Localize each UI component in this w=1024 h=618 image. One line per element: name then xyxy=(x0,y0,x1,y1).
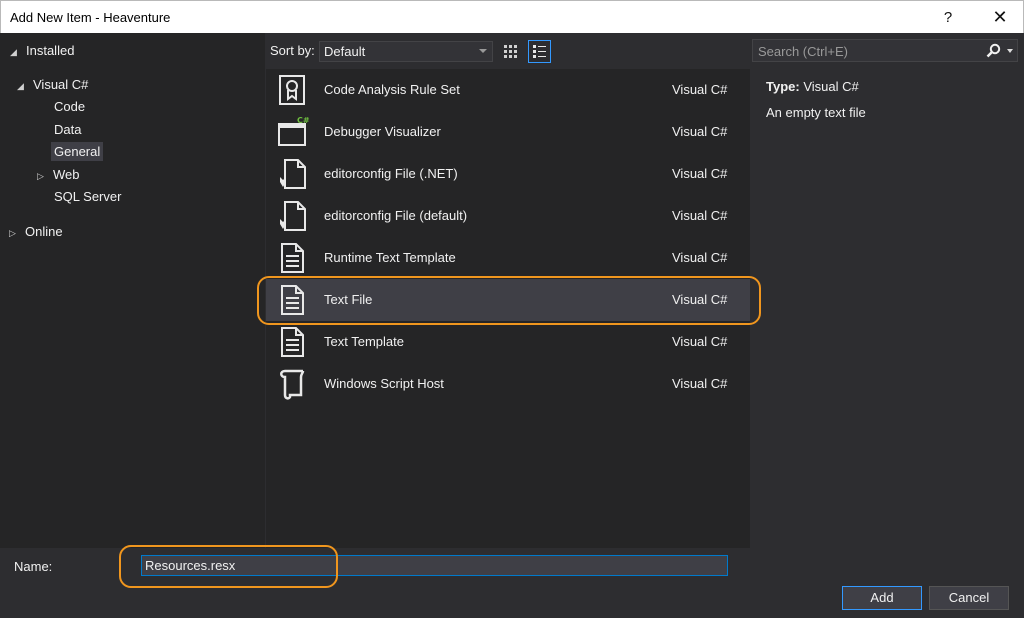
item-description: An empty text file xyxy=(766,105,866,120)
type-value: Visual C# xyxy=(803,79,859,94)
template-list: Code Analysis Rule Set Visual C# C# Debu… xyxy=(266,69,750,548)
item-name: Text Template xyxy=(324,334,404,349)
text-file-icon xyxy=(281,243,304,273)
sort-by-label: Sort by: xyxy=(270,43,315,58)
chevron-down-icon xyxy=(479,49,487,53)
help-button[interactable]: ? xyxy=(925,1,971,34)
text-file-icon xyxy=(281,285,304,315)
list-item[interactable]: editorconfig File (default) Visual C# xyxy=(266,195,750,237)
tree-label: Data xyxy=(54,122,82,137)
item-name: Windows Script Host xyxy=(324,376,444,391)
search-placeholder: Search (Ctrl+E) xyxy=(758,44,848,59)
add-button[interactable]: Add xyxy=(842,586,922,610)
editorconfig-icon xyxy=(280,201,306,231)
tree-node-installed[interactable]: ◢ Installed xyxy=(10,40,74,62)
tree-label: General xyxy=(51,142,104,161)
sort-by-value: Default xyxy=(324,44,366,59)
text-file-icon xyxy=(281,327,304,357)
item-language: Visual C# xyxy=(672,124,728,139)
item-name: Debugger Visualizer xyxy=(324,124,441,139)
tree-label: Visual C# xyxy=(33,77,89,92)
collapsed-arrow-icon: ▷ xyxy=(37,171,44,181)
tree-node-visual-csharp[interactable]: ◢ Visual C# xyxy=(17,74,88,96)
rule-set-icon xyxy=(279,75,305,105)
close-button[interactable]: ✕ xyxy=(977,1,1023,34)
tree-label: Code xyxy=(54,99,86,114)
list-view-icon xyxy=(533,45,546,58)
debugger-visualizer-icon: C# xyxy=(278,116,310,146)
item-name: Code Analysis Rule Set xyxy=(324,82,460,97)
sort-by-dropdown[interactable]: Default xyxy=(319,41,493,62)
list-item[interactable]: editorconfig File (.NET) Visual C# xyxy=(266,153,750,195)
item-name: Runtime Text Template xyxy=(324,250,456,265)
details-panel: Type: Visual C# An empty text file xyxy=(752,69,1024,548)
item-name: Text File xyxy=(324,292,373,307)
grid-view-icon xyxy=(504,45,517,58)
script-icon xyxy=(280,369,305,400)
list-item[interactable]: Text Template Visual C# xyxy=(266,321,750,363)
expanded-arrow-icon: ◢ xyxy=(10,47,17,57)
search-box[interactable]: Search (Ctrl+E) xyxy=(752,39,1018,62)
tree-node-sql-server[interactable]: SQL Server xyxy=(54,186,121,208)
list-item[interactable]: Windows Script Host Visual C# xyxy=(266,363,750,405)
tree-node-online[interactable]: ▷ Online xyxy=(9,221,63,243)
tree-node-web[interactable]: ▷ Web xyxy=(37,164,80,186)
item-language: Visual C# xyxy=(672,292,728,307)
svg-text:C#: C# xyxy=(297,116,310,125)
search-options-arrow-icon[interactable] xyxy=(1007,49,1013,53)
list-item[interactable]: Code Analysis Rule Set Visual C# xyxy=(266,69,750,111)
window-title: Add New Item - Heaventure xyxy=(10,10,171,25)
grid-view-button[interactable] xyxy=(499,40,522,63)
item-language: Visual C# xyxy=(672,334,728,349)
tree-label: Installed xyxy=(26,43,75,58)
item-language: Visual C# xyxy=(672,208,728,223)
tree-label: Online xyxy=(25,224,63,239)
name-field[interactable]: Resources.resx xyxy=(141,555,728,576)
cancel-button[interactable]: Cancel xyxy=(929,586,1009,610)
name-label: Name: xyxy=(14,559,53,574)
expanded-arrow-icon: ◢ xyxy=(17,81,24,91)
item-name: editorconfig File (default) xyxy=(324,208,468,223)
editorconfig-icon xyxy=(280,159,306,189)
item-language: Visual C# xyxy=(672,166,728,181)
item-name: editorconfig File (.NET) xyxy=(324,166,458,181)
category-tree: ◢ Installed ◢ Visual C# Code Data General … xyxy=(0,33,265,548)
list-item-selected[interactable]: Text File Visual C# xyxy=(266,279,750,321)
tree-node-general[interactable]: General xyxy=(51,141,104,163)
type-label: Type: xyxy=(766,79,800,94)
tree-node-code[interactable]: Code xyxy=(54,96,85,118)
tree-label: Web xyxy=(53,167,80,182)
item-language: Visual C# xyxy=(672,250,728,265)
item-language: Visual C# xyxy=(672,82,728,97)
add-new-item-dialog: ◢ Installed ◢ Visual C# Code Data General … xyxy=(0,33,1024,618)
collapsed-arrow-icon: ▷ xyxy=(9,228,16,238)
item-language: Visual C# xyxy=(672,376,728,391)
search-icon[interactable] xyxy=(986,43,1001,58)
tree-label: SQL Server xyxy=(54,189,122,204)
title-bar: Add New Item - Heaventure ? ✕ xyxy=(0,0,1024,33)
list-view-button[interactable] xyxy=(528,40,551,63)
type-line: Type: Visual C# xyxy=(766,79,859,94)
list-item[interactable]: C# Debugger Visualizer Visual C# xyxy=(266,111,750,153)
tree-node-data[interactable]: Data xyxy=(54,119,81,141)
list-item[interactable]: Runtime Text Template Visual C# xyxy=(266,237,750,279)
